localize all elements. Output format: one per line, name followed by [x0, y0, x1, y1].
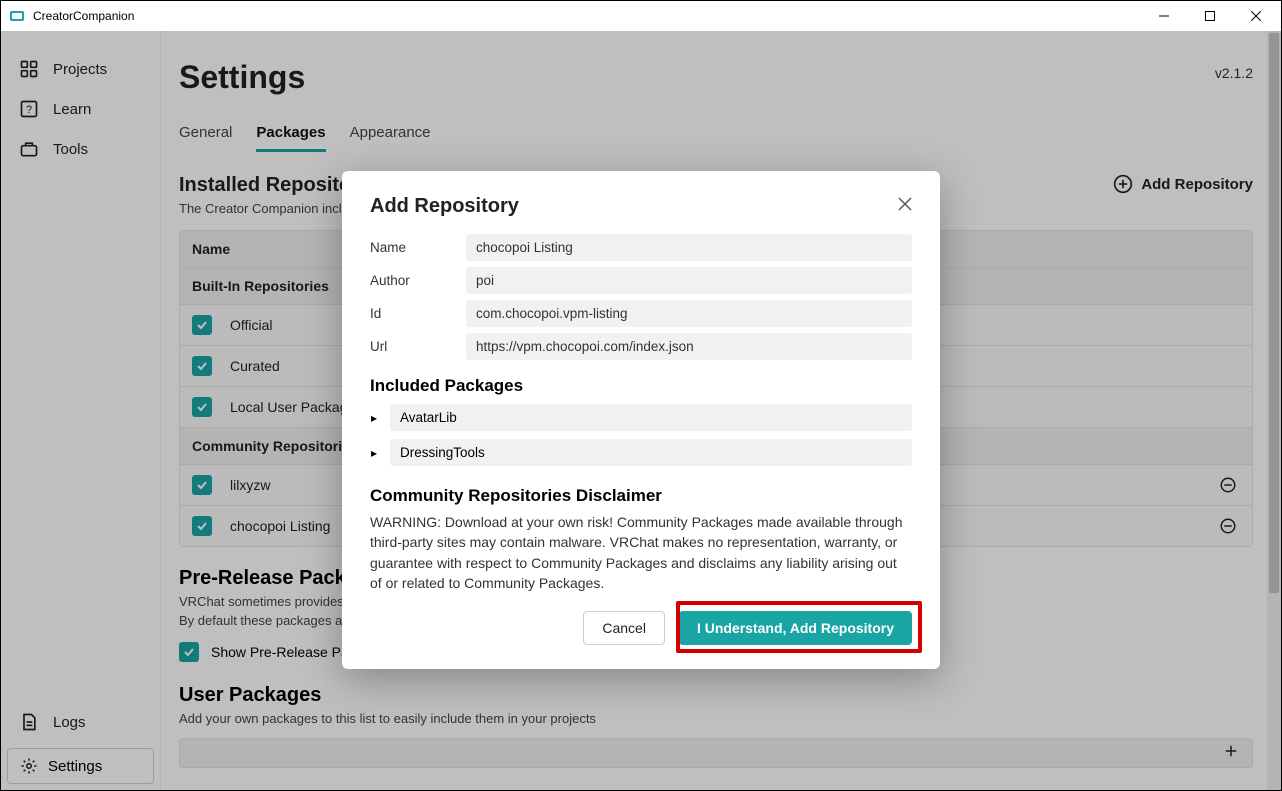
cancel-button[interactable]: Cancel [583, 611, 665, 645]
field-value-author: poi [466, 267, 912, 294]
field-value-url: https://vpm.chocopoi.com/index.json [466, 333, 912, 360]
close-window-button[interactable] [1233, 1, 1279, 31]
field-label-id: Id [370, 306, 466, 321]
field-label-author: Author [370, 273, 466, 288]
add-repository-modal: Add Repository Name chocopoi Listing Aut… [342, 171, 940, 669]
field-value-name: chocopoi Listing [466, 234, 912, 261]
title-text: CreatorCompanion [33, 9, 134, 23]
modal-title: Add Repository [370, 195, 519, 218]
included-package-name: DressingTools [390, 439, 912, 466]
maximize-button[interactable] [1187, 1, 1233, 31]
app-icon [9, 8, 25, 24]
field-value-id: com.chocopoi.vpm-listing [466, 300, 912, 327]
included-package-row: ▸ AvatarLib [370, 404, 912, 431]
included-package-row: ▸ DressingTools [370, 439, 912, 466]
bullet-icon: ▸ [370, 446, 378, 460]
included-package-name: AvatarLib [390, 404, 912, 431]
titlebar: CreatorCompanion [1, 1, 1281, 31]
field-label-name: Name [370, 240, 466, 255]
confirm-add-repository-button[interactable]: I Understand, Add Repository [679, 611, 912, 645]
bullet-icon: ▸ [370, 411, 378, 425]
field-label-url: Url [370, 339, 466, 354]
modal-close-button[interactable] [898, 197, 912, 216]
minimize-button[interactable] [1141, 1, 1187, 31]
disclaimer-text: WARNING: Download at your own risk! Comm… [370, 512, 912, 593]
disclaimer-title: Community Repositories Disclaimer [370, 486, 912, 506]
modal-overlay: Add Repository Name chocopoi Listing Aut… [1, 31, 1281, 790]
included-packages-title: Included Packages [370, 376, 912, 396]
